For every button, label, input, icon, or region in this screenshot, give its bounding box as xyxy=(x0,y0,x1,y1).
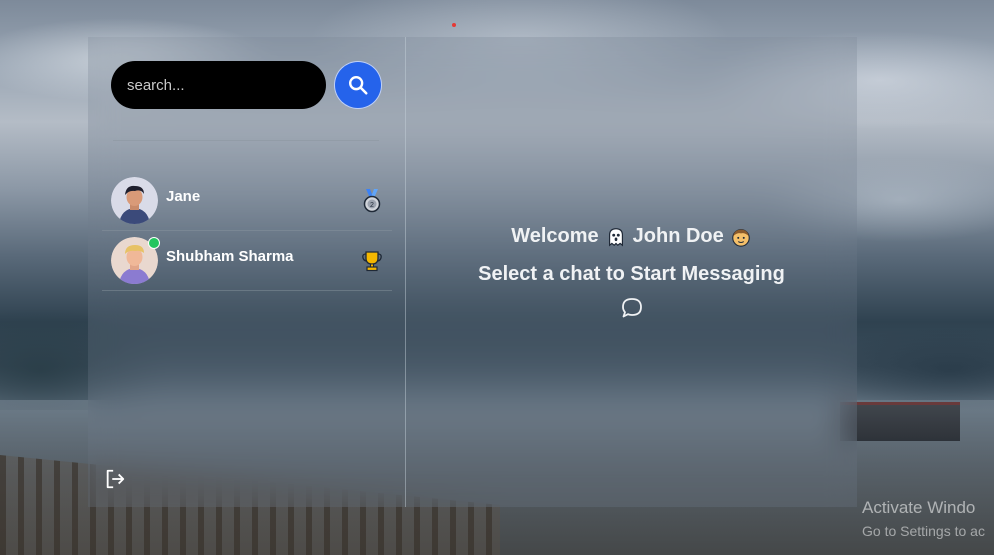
logout-icon xyxy=(106,469,125,489)
conversation-list: Jane 2 Shubham Sharma xyxy=(102,171,392,291)
red-dot xyxy=(452,23,456,27)
conversation-name: Jane xyxy=(166,188,201,205)
conversation-item[interactable]: Jane 2 xyxy=(102,171,392,231)
chat-app-container: Jane 2 xyxy=(88,37,857,507)
conversation-name: Shubham Sharma xyxy=(166,248,294,265)
ghost-icon xyxy=(608,227,623,246)
silver-medal-icon: 2 xyxy=(361,188,383,212)
svg-text:2: 2 xyxy=(370,202,374,209)
sidebar: Jane 2 xyxy=(88,37,406,507)
boy-face-icon xyxy=(731,228,750,247)
avatar xyxy=(111,237,160,284)
search-input[interactable] xyxy=(111,61,326,109)
user-name: John Doe xyxy=(632,225,724,247)
chat-main-panel: Welcome John Doe Select a chat to Start … xyxy=(406,37,857,507)
chat-bubble-icon xyxy=(622,298,642,318)
sidebar-divider xyxy=(113,140,379,141)
logout-button[interactable] xyxy=(104,468,126,490)
online-status-dot xyxy=(148,237,160,249)
select-chat-prompt: Select a chat to Start Messaging xyxy=(478,263,785,285)
conversation-item[interactable]: Shubham Sharma xyxy=(102,231,392,291)
activation-watermark-subtitle: Go to Settings to ac xyxy=(862,523,985,539)
avatar xyxy=(111,177,158,224)
welcome-message: Welcome John Doe xyxy=(406,225,857,248)
search-button[interactable] xyxy=(334,61,382,109)
search-form xyxy=(111,61,382,109)
background-dock xyxy=(840,402,960,441)
trophy-icon xyxy=(361,250,383,272)
activation-watermark-title: Activate Windo xyxy=(862,498,976,517)
welcome-prefix: Welcome xyxy=(511,225,599,247)
search-icon xyxy=(349,76,368,95)
